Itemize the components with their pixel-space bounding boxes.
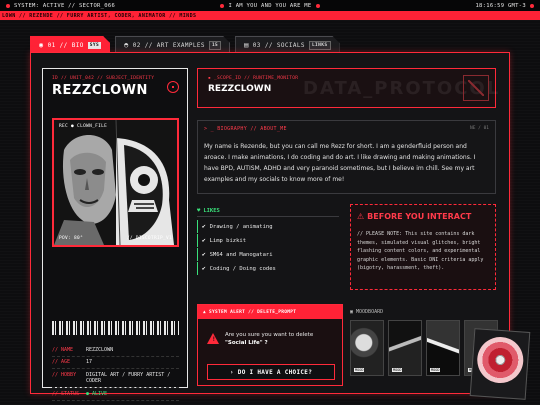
warning-text: // PLEASE NOTE: This site contains dark …: [357, 231, 484, 271]
portrait-bottom-left: POV: 80°: [59, 236, 84, 241]
list-item-label: SM64 and Manogatari: [209, 251, 273, 258]
system-clock: 18:16:59 GMT-3: [475, 2, 526, 9]
system-bar: SYSTEM: ACTIVE // SECTOR_066 I AM YOU AN…: [0, 0, 540, 11]
id-key: // NAME: [52, 346, 74, 353]
id-key: // STATUS: [52, 390, 80, 397]
moodboard-heading: MOODBOARD: [356, 309, 384, 315]
bio-number: NE / 01: [470, 126, 489, 131]
id-key: // AGE: [52, 359, 71, 365]
tab-socials[interactable]: ▤ 03 // SOCIALS LINKS: [235, 36, 339, 53]
crosshair-box-icon: [463, 75, 489, 101]
id-subtitle: ID // UNIT_042 // SUBJECT_IDENTITY: [52, 76, 155, 81]
list-item: ✔ Coding / Doing codes: [197, 262, 339, 275]
list-item: ✔ SM64 and Manogatari: [197, 248, 339, 261]
id-row-hobby: // HOBBY DIGITAL ART / FURRY ARTIST / COD…: [52, 369, 179, 388]
warning-heading: BEFORE YOU INTERACT: [367, 212, 472, 221]
barcode: [52, 321, 179, 335]
check-icon: ✔: [202, 223, 206, 230]
check-icon: ✔: [202, 265, 206, 272]
warning-icon: ▲: [203, 309, 207, 315]
alert-target: "Social Life" ?: [225, 340, 268, 346]
likes-panel: ♥ LIKES ✔ Drawing / animating ✔ Limp bizkit…: [197, 208, 339, 288]
id-value: DIGITAL ART / FURRY ARTIST / CODER: [86, 371, 171, 385]
id-card: ID // UNIT_042 // SUBJECT_IDENTITY REZZC…: [42, 68, 188, 401]
mood-thumb[interactable]: MOOD: [388, 320, 422, 376]
confirm-button-label: DO I HAVE A CHOICE?: [237, 368, 313, 376]
clock-dot-icon: [530, 3, 534, 8]
bio-heading: > _ BIOGRAPHY // ABOUT_ME: [204, 126, 287, 132]
document-icon: ▤: [244, 41, 249, 49]
warning-panel: ⚠ BEFORE YOU INTERACT // PLEASE NOTE: Thi…: [350, 204, 496, 290]
alert-heading: SYSTEM ALERT // DELETE_PROMPT: [209, 309, 297, 315]
bio-text: My name is Rezende, but you can call me …: [204, 143, 476, 183]
portrait-image: REC ● CLOWN_FILE POV: 80° // DISCOTRIP_V…: [52, 118, 179, 247]
tab-label: 02 // ART EXAMPLES: [132, 41, 205, 49]
mood-thumb[interactable]: MOOD: [426, 320, 460, 376]
alert-question: Are you sure you want to delete: [225, 332, 314, 338]
mood-thumb[interactable]: MOOD: [350, 320, 384, 376]
record-dot-icon: [315, 3, 320, 8]
system-status: SYSTEM: ACTIVE // SECTOR_066: [14, 2, 116, 9]
tab-badge: 15: [209, 41, 221, 50]
tab-badge: LINKS: [309, 41, 331, 50]
list-item-label: Limp bizkit: [209, 237, 247, 244]
id-row-status: // STATUS ● ALIVE: [52, 388, 179, 401]
alert-triangle-icon: !: [207, 333, 219, 344]
marquee-ticker: LOWN // REZENDE // FURRY ARTIST, CODER, …: [0, 11, 540, 20]
status-badge: ● ALIVE: [86, 390, 108, 397]
alert-message: Are you sure you want to delete "Social L…: [225, 331, 335, 347]
page-title: REZZCLOWN: [208, 84, 272, 94]
status-dot-icon: [6, 3, 10, 8]
system-message: I AM YOU AND YOU ARE ME: [228, 2, 312, 9]
tab-label: 03 // SOCIALS: [252, 41, 305, 49]
system-alert-dialog: ▲ SYSTEM ALERT // DELETE_PROMPT ! Are you…: [197, 304, 343, 386]
id-row-age: // AGE 17: [52, 357, 179, 369]
tab-bar: ◉ 01 // BIO SYS ◓ 02 // ART EXAMPLES 15 …: [30, 36, 340, 53]
id-name: REZZCLOWN: [52, 83, 148, 98]
chevron-right-icon: ›: [229, 368, 234, 376]
image-icon: ▣: [350, 309, 354, 315]
tab-label: 01 // BIO: [47, 41, 84, 49]
tab-bio[interactable]: ◉ 01 // BIO SYS: [30, 36, 110, 53]
tab-art-examples[interactable]: ◓ 02 // ART EXAMPLES 15: [115, 36, 230, 53]
tab-badge: SYS: [89, 42, 100, 48]
clown-portrait-art: [54, 120, 177, 245]
id-value: REZZCLOWN: [86, 346, 114, 353]
profile-header: DATA_PROTOCOL ▪ _SCOPE_ID // RUNTIME_MON…: [197, 68, 498, 108]
mood-thumb-label: MOOD: [430, 368, 441, 372]
heart-icon: ♥: [197, 208, 201, 214]
biography-panel: > _ BIOGRAPHY // ABOUT_ME NE / 01 My nam…: [197, 120, 496, 194]
id-key: // HOBBY: [52, 371, 77, 378]
portrait-bottom-right: // DISCOTRIP_V1: [126, 236, 172, 241]
check-icon: ✔: [202, 251, 206, 258]
cd-icon: [475, 335, 525, 385]
record-icon: ◉: [39, 41, 44, 49]
id-row-name: // NAME REZZCLOWN: [52, 344, 179, 357]
header-subtitle: ▪ _SCOPE_ID // RUNTIME_MONITOR: [208, 76, 299, 81]
list-item: ✔ Limp bizkit: [197, 234, 339, 247]
likes-heading: LIKES: [203, 208, 220, 214]
confirm-button[interactable]: › DO I HAVE A CHOICE?: [207, 364, 335, 380]
portrait-top-label: REC ● CLOWN_FILE: [59, 124, 108, 129]
mood-thumb-label: MOOD: [354, 368, 365, 372]
palette-icon: ◓: [124, 41, 129, 49]
list-item: ✔ Drawing / animating: [197, 220, 339, 233]
list-item-label: Drawing / animating: [209, 223, 273, 230]
record-dot-icon: [220, 3, 225, 8]
warning-icon: ⚠: [357, 212, 365, 221]
id-value: 17: [86, 359, 93, 365]
target-icon: [167, 81, 179, 93]
divider: [197, 216, 339, 217]
id-fields: // NAME REZZCLOWN // AGE 17 // HOBBY DIGITA…: [52, 344, 179, 401]
check-icon: ✔: [202, 237, 206, 244]
cd-sticker: [469, 328, 531, 400]
list-item-label: Coding / Doing codes: [209, 265, 276, 272]
mood-thumb-label: MOOD: [392, 368, 403, 372]
